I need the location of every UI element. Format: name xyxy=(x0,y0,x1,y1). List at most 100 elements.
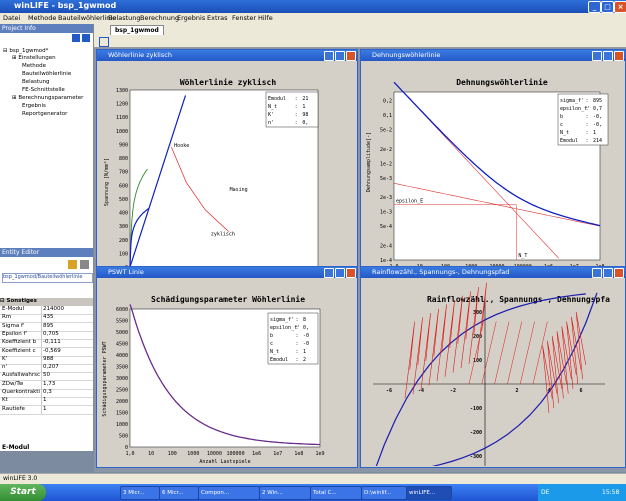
property-value[interactable]: -0,111 xyxy=(41,339,61,348)
dehnung-plot-area[interactable]: Dehnungswöhlerlinie1,0101001000100001000… xyxy=(362,62,624,281)
taskbar-item[interactable]: 6 Micr... xyxy=(159,486,199,500)
tree-item-methode[interactable]: Methode xyxy=(22,63,46,69)
tree-item-ergebnis[interactable]: Ergebnis xyxy=(22,103,46,109)
language-indicator[interactable]: DE xyxy=(541,489,549,496)
y-tick-label: 900 xyxy=(119,142,128,148)
property-value[interactable]: -0,569 xyxy=(41,347,61,356)
close-icon[interactable] xyxy=(346,268,356,278)
minimize-icon[interactable] xyxy=(324,51,334,61)
minimize-icon[interactable] xyxy=(592,51,602,61)
y-tick-label: 3500 xyxy=(116,365,128,371)
rainflow-cycle xyxy=(507,321,523,385)
property-value[interactable]: 895 xyxy=(41,322,54,331)
x-tick-label: -6 xyxy=(386,388,392,394)
property-section-header[interactable]: ⊟ Sonstiges xyxy=(0,298,93,306)
menu-datei[interactable]: Datei xyxy=(3,14,20,22)
pswt-plot-area[interactable]: Schädigungsparameter Wöhlerlinie 1,0 10 100… xyxy=(98,279,356,466)
menu-extras[interactable]: Extras xyxy=(207,14,228,22)
x-tick-label: 100000 xyxy=(227,451,245,457)
arrow-up-icon[interactable] xyxy=(82,34,90,42)
property-value[interactable]: 1 xyxy=(41,397,47,406)
legend-value: 2 xyxy=(303,357,306,363)
menu-ergebnis[interactable]: Ergebnis xyxy=(177,14,205,22)
legend-sep: : xyxy=(586,106,589,112)
legend-sep: : xyxy=(295,96,298,102)
maximize-icon[interactable]: □ xyxy=(601,1,614,13)
y-tick-label: 400 xyxy=(119,211,128,217)
taskbar-item-active[interactable]: winLIFE... xyxy=(406,486,452,500)
menu-berechnung[interactable]: Berechnung xyxy=(140,14,179,22)
rainflow-plot-area[interactable]: Rainflowzähl., Spannungs-, Dehnungspfa -6… xyxy=(362,279,624,476)
legend-value: 214 xyxy=(593,138,602,144)
close-icon[interactable] xyxy=(614,268,624,278)
tree-item-belastung[interactable]: Belastung xyxy=(22,79,50,85)
tree-root[interactable]: ⊟ bsp_1gwmod* xyxy=(3,48,48,54)
rainflow-cycle xyxy=(444,299,455,377)
property-value[interactable]: 1,73 xyxy=(41,380,55,389)
maximize-icon[interactable] xyxy=(603,268,613,278)
woehler-plot-area[interactable]: Wöhlerlinie zyklisch02468101214161820010… xyxy=(98,62,356,284)
property-value[interactable]: 435 xyxy=(41,314,54,323)
lock-icon[interactable] xyxy=(80,260,89,269)
entity-path-field[interactable]: bsp_1gwmod/Bauteilwöhlerlinie xyxy=(2,273,93,283)
y-tick-label: 200 xyxy=(119,238,128,244)
close-icon[interactable] xyxy=(346,51,356,61)
taskbar-item[interactable]: Compon... xyxy=(198,486,260,500)
property-value[interactable]: 988 xyxy=(41,355,54,364)
taskbar-item[interactable]: D:\winlif... xyxy=(361,486,407,500)
taskbar-item[interactable]: Total C... xyxy=(310,486,362,500)
y-tick-label: 2e-4 xyxy=(380,243,392,249)
arrow-down-icon[interactable] xyxy=(72,34,80,42)
menu-belastung[interactable]: Belastung xyxy=(108,14,141,22)
start-button[interactable]: Start xyxy=(0,484,46,501)
maximize-icon[interactable] xyxy=(335,268,345,278)
y-tick-label: 3000 xyxy=(116,376,128,382)
property-value[interactable]: 0,705 xyxy=(41,330,59,339)
legend-key: N_t xyxy=(560,130,569,136)
property-value[interactable]: 50 xyxy=(41,372,50,381)
y-axis-label: Dehnungsamplitude[-] xyxy=(366,132,372,192)
rainflow-window[interactable]: Rainflowzähl., Spannungs-, Dehnungspfad … xyxy=(360,266,626,476)
x-tick-label: 100 xyxy=(168,451,177,457)
taskbar-item[interactable]: 3 Micr... xyxy=(120,486,160,500)
close-icon[interactable]: × xyxy=(614,1,626,13)
property-value[interactable]: 0,3 xyxy=(41,389,52,397)
tree-item-fe-schnittstelle[interactable]: FE-Schnittstelle xyxy=(22,87,65,93)
minimize-icon[interactable] xyxy=(592,268,602,278)
property-name: Rautiefe xyxy=(2,405,25,412)
maximize-icon[interactable] xyxy=(603,51,613,61)
minimize-icon[interactable]: _ xyxy=(588,1,601,13)
legend-key: sigma_f' xyxy=(560,98,584,104)
menu-methode[interactable]: Methode xyxy=(28,14,56,22)
tree-item-berechnungsparameter[interactable]: ⊞ Berechnungsparameter xyxy=(12,95,83,101)
y-tick-label: 300 xyxy=(473,310,482,316)
x-tick-label: 1e6 xyxy=(252,451,261,457)
maximize-icon[interactable] xyxy=(335,51,345,61)
pswt-window[interactable]: PSWT Linie Schädigungsparameter Wöhlerli… xyxy=(96,266,358,468)
property-row[interactable]: Rautiefe 1 xyxy=(0,405,93,415)
legend-sep: : xyxy=(296,349,299,355)
close-icon[interactable] xyxy=(614,51,624,61)
y-tick-label: 5e-3 xyxy=(380,176,392,182)
menu-hilfe[interactable]: Hilfe xyxy=(258,14,273,22)
taskbar-item[interactable]: 2 Win... xyxy=(259,486,311,500)
y-tick-label: 500 xyxy=(119,197,128,203)
tree-item-reportgenerator[interactable]: Reportgenerator xyxy=(22,111,67,117)
tree-item-bauteilwoehlerlinie[interactable]: Bauteilwöhlerlinie xyxy=(22,71,71,77)
tree-item-einstellungen[interactable]: ⊞ Einstellungen xyxy=(12,55,56,61)
y-tick-label: 300 xyxy=(119,224,128,230)
minimize-icon[interactable] xyxy=(324,268,334,278)
folder-icon[interactable] xyxy=(68,260,77,269)
property-value[interactable]: 0,207 xyxy=(41,364,59,373)
y-tick-label: -300 xyxy=(470,454,482,460)
legend-key: c xyxy=(270,341,273,347)
woehler-window[interactable]: Wöhlerlinie zyklisch Wöhlerlinie zyklisc… xyxy=(96,49,358,284)
property-value[interactable]: 214000 xyxy=(41,306,64,314)
rainflow-cycle xyxy=(494,321,510,385)
property-value[interactable]: 1 xyxy=(41,405,47,414)
y-tick-label: 5e-2 xyxy=(380,128,392,134)
save-icon[interactable] xyxy=(99,37,109,47)
y-tick-label: 5500 xyxy=(116,319,128,325)
menu-fenster[interactable]: Fenster xyxy=(232,14,256,22)
dehnung-window[interactable]: Dehnungswöhlerlinie Dehnungswöhlerlinie 1… xyxy=(360,49,626,283)
